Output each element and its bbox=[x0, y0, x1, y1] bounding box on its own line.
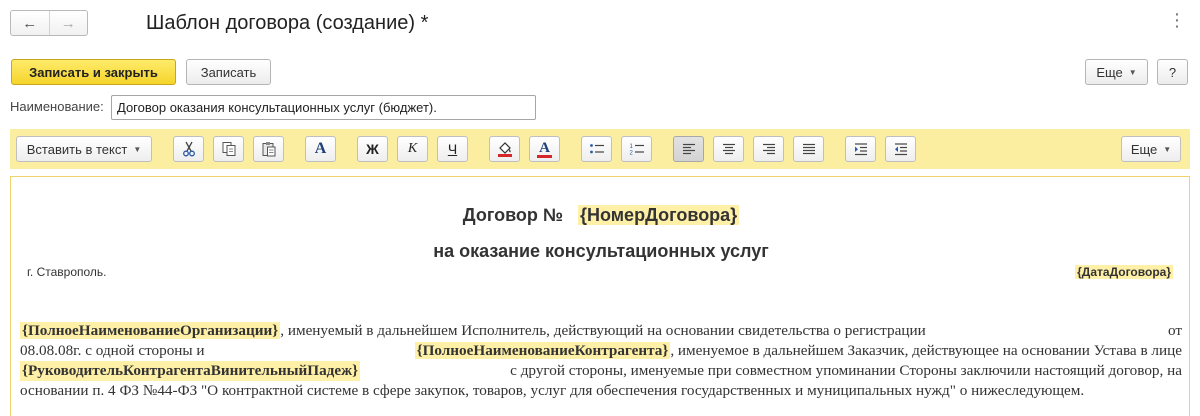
insert-into-text-button[interactable]: Вставить в текст ▼ bbox=[16, 136, 152, 162]
document-line-text: {ПолноеНаименованиеКонтрагента}, именуем… bbox=[414, 341, 1182, 361]
more-button-label: Еще bbox=[1096, 64, 1123, 80]
organization-name-field[interactable]: {ПолноеНаименованиеОрганизации} bbox=[20, 322, 281, 339]
indent-decrease-icon bbox=[894, 143, 907, 156]
toolbar-more-button[interactable]: Еще ▼ bbox=[1121, 136, 1181, 162]
increase-indent-button[interactable] bbox=[845, 136, 876, 162]
background-color-button[interactable] bbox=[489, 136, 520, 162]
document-title-prefix: Договор № bbox=[462, 205, 563, 225]
document-city: г. Ставрополь. bbox=[27, 265, 107, 279]
more-button[interactable]: Еще ▼ bbox=[1085, 59, 1148, 85]
paint-bucket-icon bbox=[497, 142, 512, 157]
bold-icon: Ж bbox=[366, 141, 379, 157]
font-color-button[interactable]: A bbox=[529, 136, 560, 162]
indent-increase-icon bbox=[854, 143, 867, 156]
italic-icon: К bbox=[407, 141, 418, 156]
align-right-button[interactable] bbox=[753, 136, 784, 162]
forward-icon[interactable]: → bbox=[48, 11, 88, 35]
chevron-down-icon: ▼ bbox=[1163, 144, 1172, 154]
formatting-toolbar: Вставить в текст ▼ A Ж К Ч A 1 2 Еще ▼ bbox=[10, 129, 1190, 169]
save-button[interactable]: Записать bbox=[186, 59, 271, 85]
align-justify-icon bbox=[802, 143, 815, 155]
document-editor[interactable]: Договор № {НомерДоговора} на оказание ко… bbox=[10, 176, 1190, 416]
document-line-text: {ПолноеНаименованиеОрганизации}, именуем… bbox=[20, 321, 926, 341]
numbered-list-icon: 1 2 bbox=[629, 144, 644, 157]
copy-button[interactable] bbox=[213, 136, 244, 162]
text-run: основании п. 4 ФЗ №44-ФЗ "О контрактной … bbox=[20, 382, 1085, 399]
document-subtitle: на оказание консультационных услуг bbox=[433, 241, 769, 261]
document-title: Договор № {НомерДоговора} bbox=[11, 205, 1191, 226]
contract-number-field[interactable]: {НомерДоговора} bbox=[577, 205, 740, 225]
font-icon: A bbox=[314, 140, 327, 157]
text-run: с другой стороны, именуемые при совместн… bbox=[510, 362, 1182, 379]
contract-date-placeholder: {ДатаДоговора} bbox=[1075, 265, 1173, 279]
navigation-buttons: ← → bbox=[10, 10, 88, 36]
window-title: Шаблон договора (создание) * bbox=[146, 12, 429, 34]
italic-button[interactable]: К bbox=[397, 136, 428, 162]
copy-icon bbox=[222, 142, 235, 156]
more-actions-icon[interactable]: ⋮ bbox=[1168, 10, 1186, 30]
text-run: , именуемое в дальнейшем Заказчик, дейст… bbox=[670, 342, 1182, 359]
align-right-icon bbox=[762, 143, 775, 155]
align-left-icon bbox=[682, 143, 695, 155]
bold-button[interactable]: Ж bbox=[357, 136, 388, 162]
svg-text:2: 2 bbox=[629, 151, 633, 157]
document-body: {ПолноеНаименованиеОрганизации}, именуем… bbox=[20, 321, 1182, 401]
font-color-icon: A bbox=[537, 139, 552, 158]
insert-into-text-label: Вставить в текст bbox=[26, 141, 128, 157]
back-icon[interactable]: ← bbox=[11, 11, 49, 35]
align-left-button[interactable] bbox=[673, 136, 704, 162]
bulleted-list-button[interactable] bbox=[581, 136, 612, 162]
document-line: основании п. 4 ФЗ №44-ФЗ "О контрактной … bbox=[20, 381, 1182, 401]
document-line: {ПолноеНаименованиеОрганизации}, именуем… bbox=[20, 321, 1182, 341]
paste-icon bbox=[262, 142, 275, 157]
decrease-indent-button[interactable] bbox=[885, 136, 916, 162]
align-center-icon bbox=[722, 143, 735, 155]
chevron-down-icon: ▼ bbox=[133, 144, 142, 154]
text-run: от bbox=[1167, 322, 1182, 339]
text-run: , именуемый в дальнейшем Исполнитель, де… bbox=[280, 322, 926, 339]
align-center-button[interactable] bbox=[713, 136, 744, 162]
save-and-close-button[interactable]: Записать и закрыть bbox=[11, 59, 176, 85]
scissors-icon bbox=[182, 141, 195, 157]
paste-button[interactable] bbox=[253, 136, 284, 162]
counterparty-head-field[interactable]: {РуководительКонтрагентаВинительныйПадеж… bbox=[20, 361, 361, 381]
svg-text:1: 1 bbox=[629, 144, 633, 150]
help-button[interactable]: ? bbox=[1157, 59, 1188, 85]
numbered-list-button[interactable]: 1 2 bbox=[621, 136, 652, 162]
bulleted-list-icon bbox=[589, 144, 604, 154]
counterparty-name-field[interactable]: {ПолноеНаименованиеКонтрагента} bbox=[414, 342, 671, 359]
name-label: Наименование: bbox=[10, 99, 104, 114]
contract-date-field[interactable]: {ДатаДоговора} bbox=[1075, 265, 1173, 279]
underline-button[interactable]: Ч bbox=[437, 136, 468, 162]
toolbar-more-label: Еще bbox=[1130, 141, 1158, 157]
justify-button[interactable] bbox=[793, 136, 824, 162]
chevron-down-icon: ▼ bbox=[1128, 67, 1137, 77]
cut-button[interactable] bbox=[173, 136, 204, 162]
name-input[interactable]: Договор оказания консультационных услуг … bbox=[111, 95, 536, 120]
underline-icon: Ч bbox=[447, 141, 458, 157]
document-line: 08.08.08г. с одной стороны и {ПолноеНаим… bbox=[20, 341, 1182, 361]
text-run: 08.08.08г. с одной стороны и bbox=[20, 342, 205, 359]
document-line: {РуководительКонтрагентаВинительныйПадеж… bbox=[20, 361, 1182, 381]
font-button[interactable]: A bbox=[305, 136, 336, 162]
